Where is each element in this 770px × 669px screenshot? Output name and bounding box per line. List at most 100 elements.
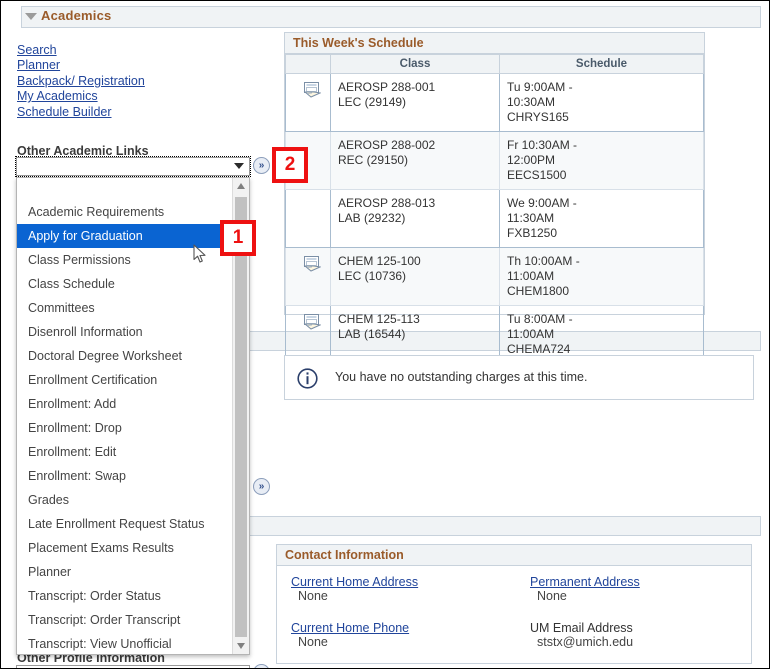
- dropdown-option[interactable]: Academic Requirements: [17, 200, 233, 224]
- class-name: AEROSP 288-001: [338, 80, 436, 94]
- contact-field-current-home-phone: Current Home Phone None: [291, 621, 409, 649]
- dropdown-option[interactable]: Placement Exams Results: [17, 536, 233, 560]
- schedule-room: EECS1500: [507, 168, 567, 182]
- class-cell: AEROSP 288-002 REC (29150): [330, 131, 500, 190]
- schedule-icon-cell[interactable]: [285, 247, 331, 306]
- schedule-days-time: Fr 10:30AM -: [507, 138, 578, 152]
- class-name: AEROSP 288-013: [338, 196, 436, 210]
- contact-field-current-home-address: Current Home Address None: [291, 575, 418, 603]
- annotation-badge-2: 2: [272, 147, 308, 183]
- page-title: Academics: [41, 8, 112, 23]
- nav-link-schedule-builder[interactable]: Schedule Builder: [17, 105, 257, 120]
- class-cell: AEROSP 288-013 LAB (29232): [330, 189, 500, 248]
- contact-label[interactable]: Current Home Phone: [291, 621, 409, 635]
- dropdown-option[interactable]: Grades: [17, 488, 233, 512]
- schedule-end-time: 12:00PM: [507, 153, 556, 167]
- nav-link-search[interactable]: Search: [17, 43, 257, 58]
- scroll-down-arrow-icon[interactable]: [233, 637, 249, 654]
- schedule-days-time: Tu 8:00AM -: [507, 312, 573, 326]
- class-component: LEC (29149): [338, 95, 407, 109]
- schedule-table: Class Schedule AEROSP 288-001 LEC (29149…: [285, 54, 704, 364]
- table-header-row: Class Schedule: [285, 54, 704, 74]
- table-row[interactable]: AEROSP 288-001 LEC (29149) Tu 9:00AM - 1…: [285, 73, 704, 132]
- class-name: AEROSP 288-002: [338, 138, 436, 152]
- class-cell: CHEM 125-100 LEC (10736): [330, 247, 500, 306]
- class-cell: AEROSP 288-001 LEC (29149): [330, 73, 500, 132]
- nav-link-planner[interactable]: Planner: [17, 58, 257, 73]
- finances-go-button[interactable]: »: [253, 478, 270, 495]
- other-profile-information-select[interactable]: [16, 665, 250, 668]
- dropdown-option[interactable]: Enrollment: Add: [17, 392, 233, 416]
- other-academic-links-go-button[interactable]: »: [253, 157, 270, 174]
- contact-label: UM Email Address: [530, 621, 633, 635]
- contact-panel-title: Contact Information: [277, 545, 751, 566]
- table-row[interactable]: AEROSP 288-002 REC (29150) Fr 10:30AM - …: [285, 131, 704, 190]
- schedule-icon-cell[interactable]: [285, 73, 331, 132]
- dropdown-option[interactable]: Enrollment: Edit: [17, 440, 233, 464]
- schedule-panel-title: This Week's Schedule: [285, 33, 704, 54]
- schedule-room: FXB1250: [507, 226, 558, 240]
- dropdown-option[interactable]: Transcript: Order Status: [17, 584, 233, 608]
- dropdown-option[interactable]: Enrollment Certification: [17, 368, 233, 392]
- dropdown-option[interactable]: Enrollment: Drop: [17, 416, 233, 440]
- other-academic-links-select[interactable]: [15, 156, 251, 177]
- class-name: CHEM 125-100: [338, 254, 421, 268]
- dropdown-option[interactable]: Doctoral Degree Worksheet: [17, 344, 233, 368]
- nav-link-backpack-registration[interactable]: Backpack/ Registration: [17, 74, 257, 89]
- schedule-class-icon[interactable]: [303, 256, 322, 272]
- schedule-room: CHEM1800: [507, 284, 570, 298]
- chevron-down-icon: [234, 163, 244, 169]
- mouse-cursor-icon: [193, 244, 207, 264]
- schedule-cell: Th 10:00AM - 11:00AM CHEM1800: [499, 247, 704, 306]
- schedule-room: CHEMA724: [507, 342, 571, 356]
- dropdown-option[interactable]: Planner: [17, 560, 233, 584]
- other-profile-information-go-button[interactable]: »: [253, 664, 270, 668]
- nav-link-my-academics[interactable]: My Academics: [17, 89, 257, 104]
- dropdown-option[interactable]: Committees: [17, 296, 233, 320]
- contact-label[interactable]: Permanent Address: [530, 575, 640, 589]
- annotation-badge-1: 1: [220, 220, 256, 256]
- schedule-cell: Tu 9:00AM - 10:30AM CHRYS165: [499, 73, 704, 132]
- collapse-triangle-icon[interactable]: [25, 13, 37, 20]
- schedule-icon-cell: [285, 189, 331, 248]
- dropdown-option[interactable]: Transcript: Order Transcript: [17, 608, 233, 632]
- contact-value: None: [537, 589, 567, 603]
- charges-message: You have no outstanding charges at this …: [335, 370, 588, 384]
- dropdown-option[interactable]: Transcript: View Unofficial: [17, 632, 233, 654]
- academics-links-list: Search Planner Backpack/ Registration My…: [17, 43, 257, 120]
- schedule-end-time: 11:00AM: [507, 327, 555, 341]
- table-row[interactable]: CHEM 125-100 LEC (10736) Th 10:00AM - 11…: [285, 247, 704, 306]
- info-icon: [297, 368, 318, 389]
- page-root: Academics Search Planner Backpack/ Regis…: [0, 0, 770, 669]
- dropdown-option[interactable]: Class Schedule: [17, 272, 233, 296]
- column-header-class: Class: [330, 54, 500, 74]
- schedule-cell: We 9:00AM - 11:30AM FXB1250: [499, 189, 704, 248]
- class-component: REC (29150): [338, 153, 409, 167]
- schedule-days-time: We 9:00AM -: [507, 196, 577, 210]
- section-header-academics[interactable]: [21, 6, 761, 28]
- schedule-end-time: 11:00AM: [507, 269, 555, 283]
- dropdown-option[interactable]: Disenroll Information: [17, 320, 233, 344]
- outstanding-charges-box: You have no outstanding charges at this …: [284, 355, 754, 400]
- this-weeks-schedule-panel: This Week's Schedule Class Schedule AERO…: [284, 32, 705, 364]
- contact-value: None: [298, 635, 328, 649]
- dropdown-option[interactable]: Enrollment: Swap: [17, 464, 233, 488]
- table-row[interactable]: AEROSP 288-013 LAB (29232) We 9:00AM - 1…: [285, 189, 704, 248]
- other-academic-links-dropdown[interactable]: Academic Requirements Apply for Graduatio…: [16, 177, 250, 655]
- scroll-up-arrow-icon[interactable]: [233, 178, 249, 195]
- schedule-days-time: Th 10:00AM -: [507, 254, 580, 268]
- scrollbar-thumb[interactable]: [235, 197, 247, 637]
- contact-value: ststx@umich.edu: [537, 635, 634, 649]
- schedule-days-time: Tu 9:00AM -: [507, 80, 573, 94]
- schedule-class-icon[interactable]: [303, 314, 322, 330]
- dropdown-option[interactable]: Late Enrollment Request Status: [17, 512, 233, 536]
- contact-information-panel: Contact Information Current Home Address…: [276, 544, 752, 664]
- schedule-class-icon[interactable]: [303, 82, 322, 98]
- schedule-cell: Fr 10:30AM - 12:00PM EECS1500: [499, 131, 704, 190]
- contact-field-permanent-address: Permanent Address None: [530, 575, 640, 603]
- schedule-end-time: 10:30AM: [507, 95, 556, 109]
- class-component: LAB (29232): [338, 211, 406, 225]
- schedule-end-time: 11:30AM: [507, 211, 555, 225]
- contact-value: None: [298, 589, 328, 603]
- contact-label[interactable]: Current Home Address: [291, 575, 418, 589]
